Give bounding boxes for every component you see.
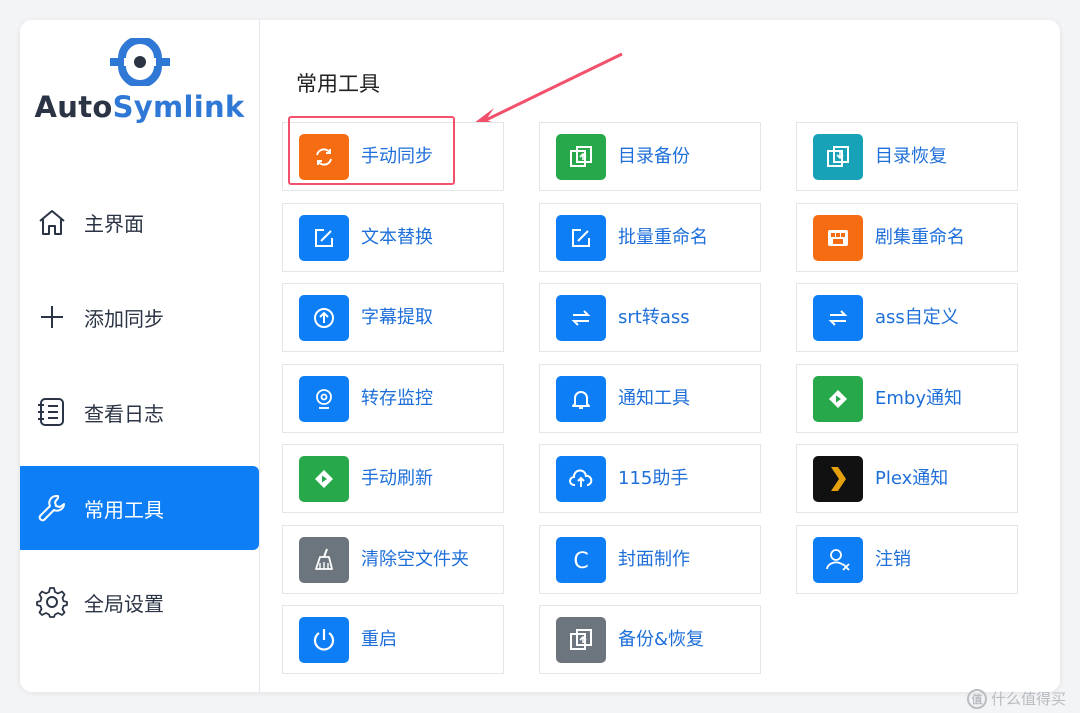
tool-button[interactable]: 备份&恢复 <box>539 605 761 674</box>
plus-icon <box>34 299 70 335</box>
c-letter-icon: C <box>556 537 606 583</box>
backup-icon <box>556 134 606 180</box>
sidebar-item-label: 查看日志 <box>84 401 164 426</box>
sidebar-item-home[interactable]: 主界面 <box>20 180 259 264</box>
logo-text: AutoSymlink <box>34 90 245 124</box>
swap-icon <box>556 295 606 341</box>
swap-icon <box>813 295 863 341</box>
tool-label: 手动同步 <box>361 146 433 167</box>
tool-label: 通知工具 <box>618 388 690 409</box>
tool-button[interactable]: 字幕提取 <box>282 283 504 352</box>
app-logo: AutoSymlink <box>20 38 259 124</box>
page-title: 常用工具 <box>296 72 380 96</box>
tool-button[interactable]: ass自定义 <box>796 283 1018 352</box>
tool-label: Emby通知 <box>875 388 962 409</box>
bell-icon <box>556 376 606 422</box>
tool-button[interactable]: srt转ass <box>539 283 761 352</box>
tool-button[interactable]: Emby通知 <box>796 364 1018 433</box>
tool-button[interactable]: 批量重命名 <box>539 203 761 272</box>
tool-label: 清除空文件夹 <box>361 549 469 570</box>
user-x-icon <box>813 537 863 583</box>
watermark-logo: 值 <box>966 688 987 709</box>
tool-button[interactable]: 目录备份 <box>539 122 761 191</box>
restore-icon <box>813 134 863 180</box>
power-icon <box>299 617 349 663</box>
webcam-icon <box>299 376 349 422</box>
film-icon <box>813 215 863 261</box>
watermark: 值 什么值得买 <box>966 688 1066 709</box>
watermark-text: 什么值得买 <box>990 690 1066 708</box>
tool-label: 转存监控 <box>361 388 433 409</box>
tool-label: 115助手 <box>618 468 689 489</box>
tool-button[interactable]: 115助手 <box>539 444 761 513</box>
tool-label: Plex通知 <box>875 468 949 489</box>
svg-text:C: C <box>573 549 588 573</box>
tool-button[interactable]: Plex通知 <box>796 444 1018 513</box>
tool-label: 手动刷新 <box>361 468 433 489</box>
tool-button[interactable]: 清除空文件夹 <box>282 525 504 594</box>
app-window: AutoSymlink 主界面 添加同步 查看日志 常用工具 全局设置 常用工具… <box>20 20 1060 692</box>
broom-icon <box>299 537 349 583</box>
sidebar: AutoSymlink 主界面 添加同步 查看日志 常用工具 全局设置 <box>20 20 260 692</box>
emby-icon <box>813 376 863 422</box>
tool-label: 注销 <box>875 549 911 570</box>
tool-button[interactable]: C 封面制作 <box>539 525 761 594</box>
tool-label: 批量重命名 <box>618 227 708 248</box>
annotation-arrow <box>470 52 623 126</box>
gear-icon <box>34 584 70 620</box>
sidebar-item-label: 常用工具 <box>84 497 164 522</box>
emby-icon <box>299 456 349 502</box>
tool-button[interactable]: 手动同步 <box>282 122 504 191</box>
tool-button[interactable]: 注销 <box>796 525 1018 594</box>
sidebar-item-logs[interactable]: 查看日志 <box>20 370 259 454</box>
sidebar-item-settings[interactable]: 全局设置 <box>20 560 259 644</box>
tool-label: 重启 <box>361 629 397 650</box>
tool-button[interactable]: 通知工具 <box>539 364 761 433</box>
tool-label: 剧集重命名 <box>875 227 965 248</box>
main-content: 常用工具 手动同步 目录备份 目录恢复文本替换 批量重命名 剧集重命名字幕提取 srt转a… <box>260 20 1060 692</box>
sidebar-item-label: 主界面 <box>84 211 144 236</box>
sidebar-item-add-sync[interactable]: 添加同步 <box>20 275 259 359</box>
tool-button[interactable]: 文本替换 <box>282 203 504 272</box>
cloud-upload-icon <box>556 456 606 502</box>
tool-label: 备份&恢复 <box>618 629 705 650</box>
tool-button[interactable]: 手动刷新 <box>282 444 504 513</box>
sidebar-item-label: 添加同步 <box>84 306 164 331</box>
tool-label: 字幕提取 <box>361 307 433 328</box>
sidebar-item-label: 全局设置 <box>84 591 164 616</box>
log-icon <box>34 394 70 430</box>
tool-label: 目录备份 <box>618 146 690 167</box>
tool-button[interactable]: 目录恢复 <box>796 122 1018 191</box>
autosymlink-logo-icon <box>109 38 170 86</box>
upload-circle-icon <box>299 295 349 341</box>
tool-label: ass自定义 <box>875 307 959 328</box>
wrench-icon <box>34 490 70 526</box>
backup-icon <box>556 617 606 663</box>
tool-label: 目录恢复 <box>875 146 947 167</box>
plex-icon <box>813 456 863 502</box>
tool-button[interactable]: 剧集重命名 <box>796 203 1018 272</box>
tool-button[interactable]: 重启 <box>282 605 504 674</box>
tool-button[interactable]: 转存监控 <box>282 364 504 433</box>
tool-label: 文本替换 <box>361 227 433 248</box>
sidebar-item-tools[interactable]: 常用工具 <box>20 466 259 550</box>
tool-label: 封面制作 <box>618 549 690 570</box>
home-icon <box>34 204 70 240</box>
tool-label: srt转ass <box>618 307 690 328</box>
sync-icon <box>299 134 349 180</box>
edit-icon <box>556 215 606 261</box>
edit-icon <box>299 215 349 261</box>
